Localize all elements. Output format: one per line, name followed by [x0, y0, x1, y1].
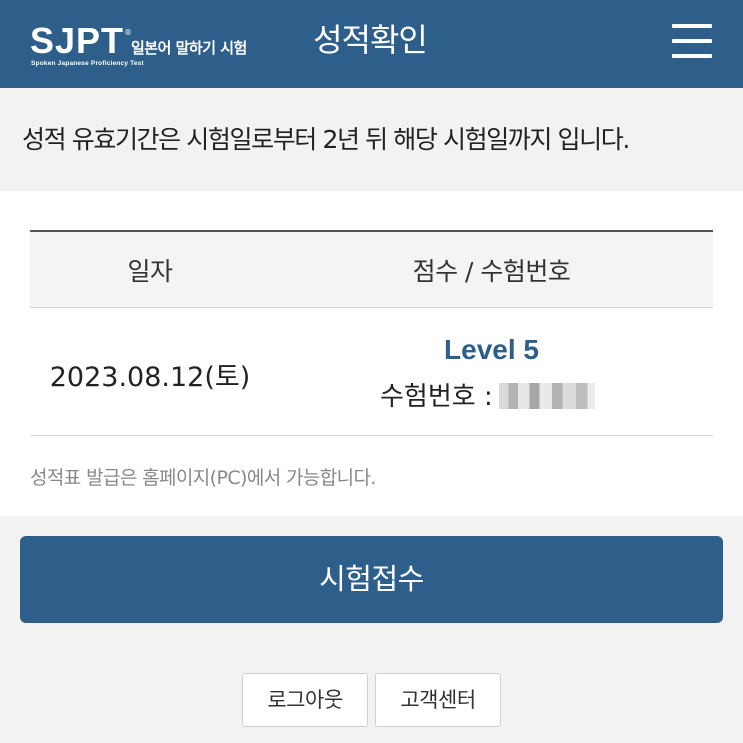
app-header: SJPT ® 일본어 말하기 시험 Spoken Japanese Profic… [0, 0, 743, 88]
exam-date: 2023.08.12(토) [49, 362, 251, 393]
logo-registered-mark: ® [124, 28, 132, 37]
menu-line [672, 24, 712, 28]
exam-number: 수험번호 : [380, 376, 595, 413]
validity-notice-text: 성적 유효기간은 시험일로부터 2년 뒤 해당 시험일까지 입니다. [22, 125, 630, 154]
validity-notice: 성적 유효기간은 시험일로부터 2년 뒤 해당 시험일까지 입니다. [0, 88, 743, 191]
column-header-score: 점수 / 수험번호 [412, 257, 571, 286]
logo-text: SJPT [30, 20, 125, 61]
score-card: 일자 점수 / 수험번호 2023.08.12(토) Level 5 수험번호 … [0, 191, 743, 516]
score-table: 일자 점수 / 수험번호 2023.08.12(토) Level 5 수험번호 … [30, 230, 713, 436]
menu-line [672, 39, 712, 43]
column-header-date: 일자 [127, 257, 173, 286]
masked-exam-number [498, 383, 595, 409]
logout-button[interactable]: 로그아웃 [242, 673, 368, 727]
logo-subtitle-english: Spoken Japanese Proficiency Test [31, 60, 144, 67]
logo-subtitle-korean: 일본어 말하기 시험 [131, 39, 247, 57]
menu-line [672, 54, 712, 58]
exam-number-label: 수험번호 : [380, 382, 493, 412]
customer-center-button[interactable]: 고객센터 [375, 673, 501, 727]
page-title: 성적확인 [313, 21, 428, 59]
table-row: 2023.08.12(토) Level 5 수험번호 : [30, 308, 713, 436]
score-level-link[interactable]: Level 5 [290, 334, 693, 366]
hamburger-menu-icon[interactable] [670, 22, 714, 62]
table-header: 일자 점수 / 수험번호 [30, 232, 713, 308]
issue-note: 성적표 발급은 홈페이지(PC)에서 가능합니다. [30, 467, 376, 489]
exam-apply-button[interactable]: 시험접수 [20, 536, 723, 623]
